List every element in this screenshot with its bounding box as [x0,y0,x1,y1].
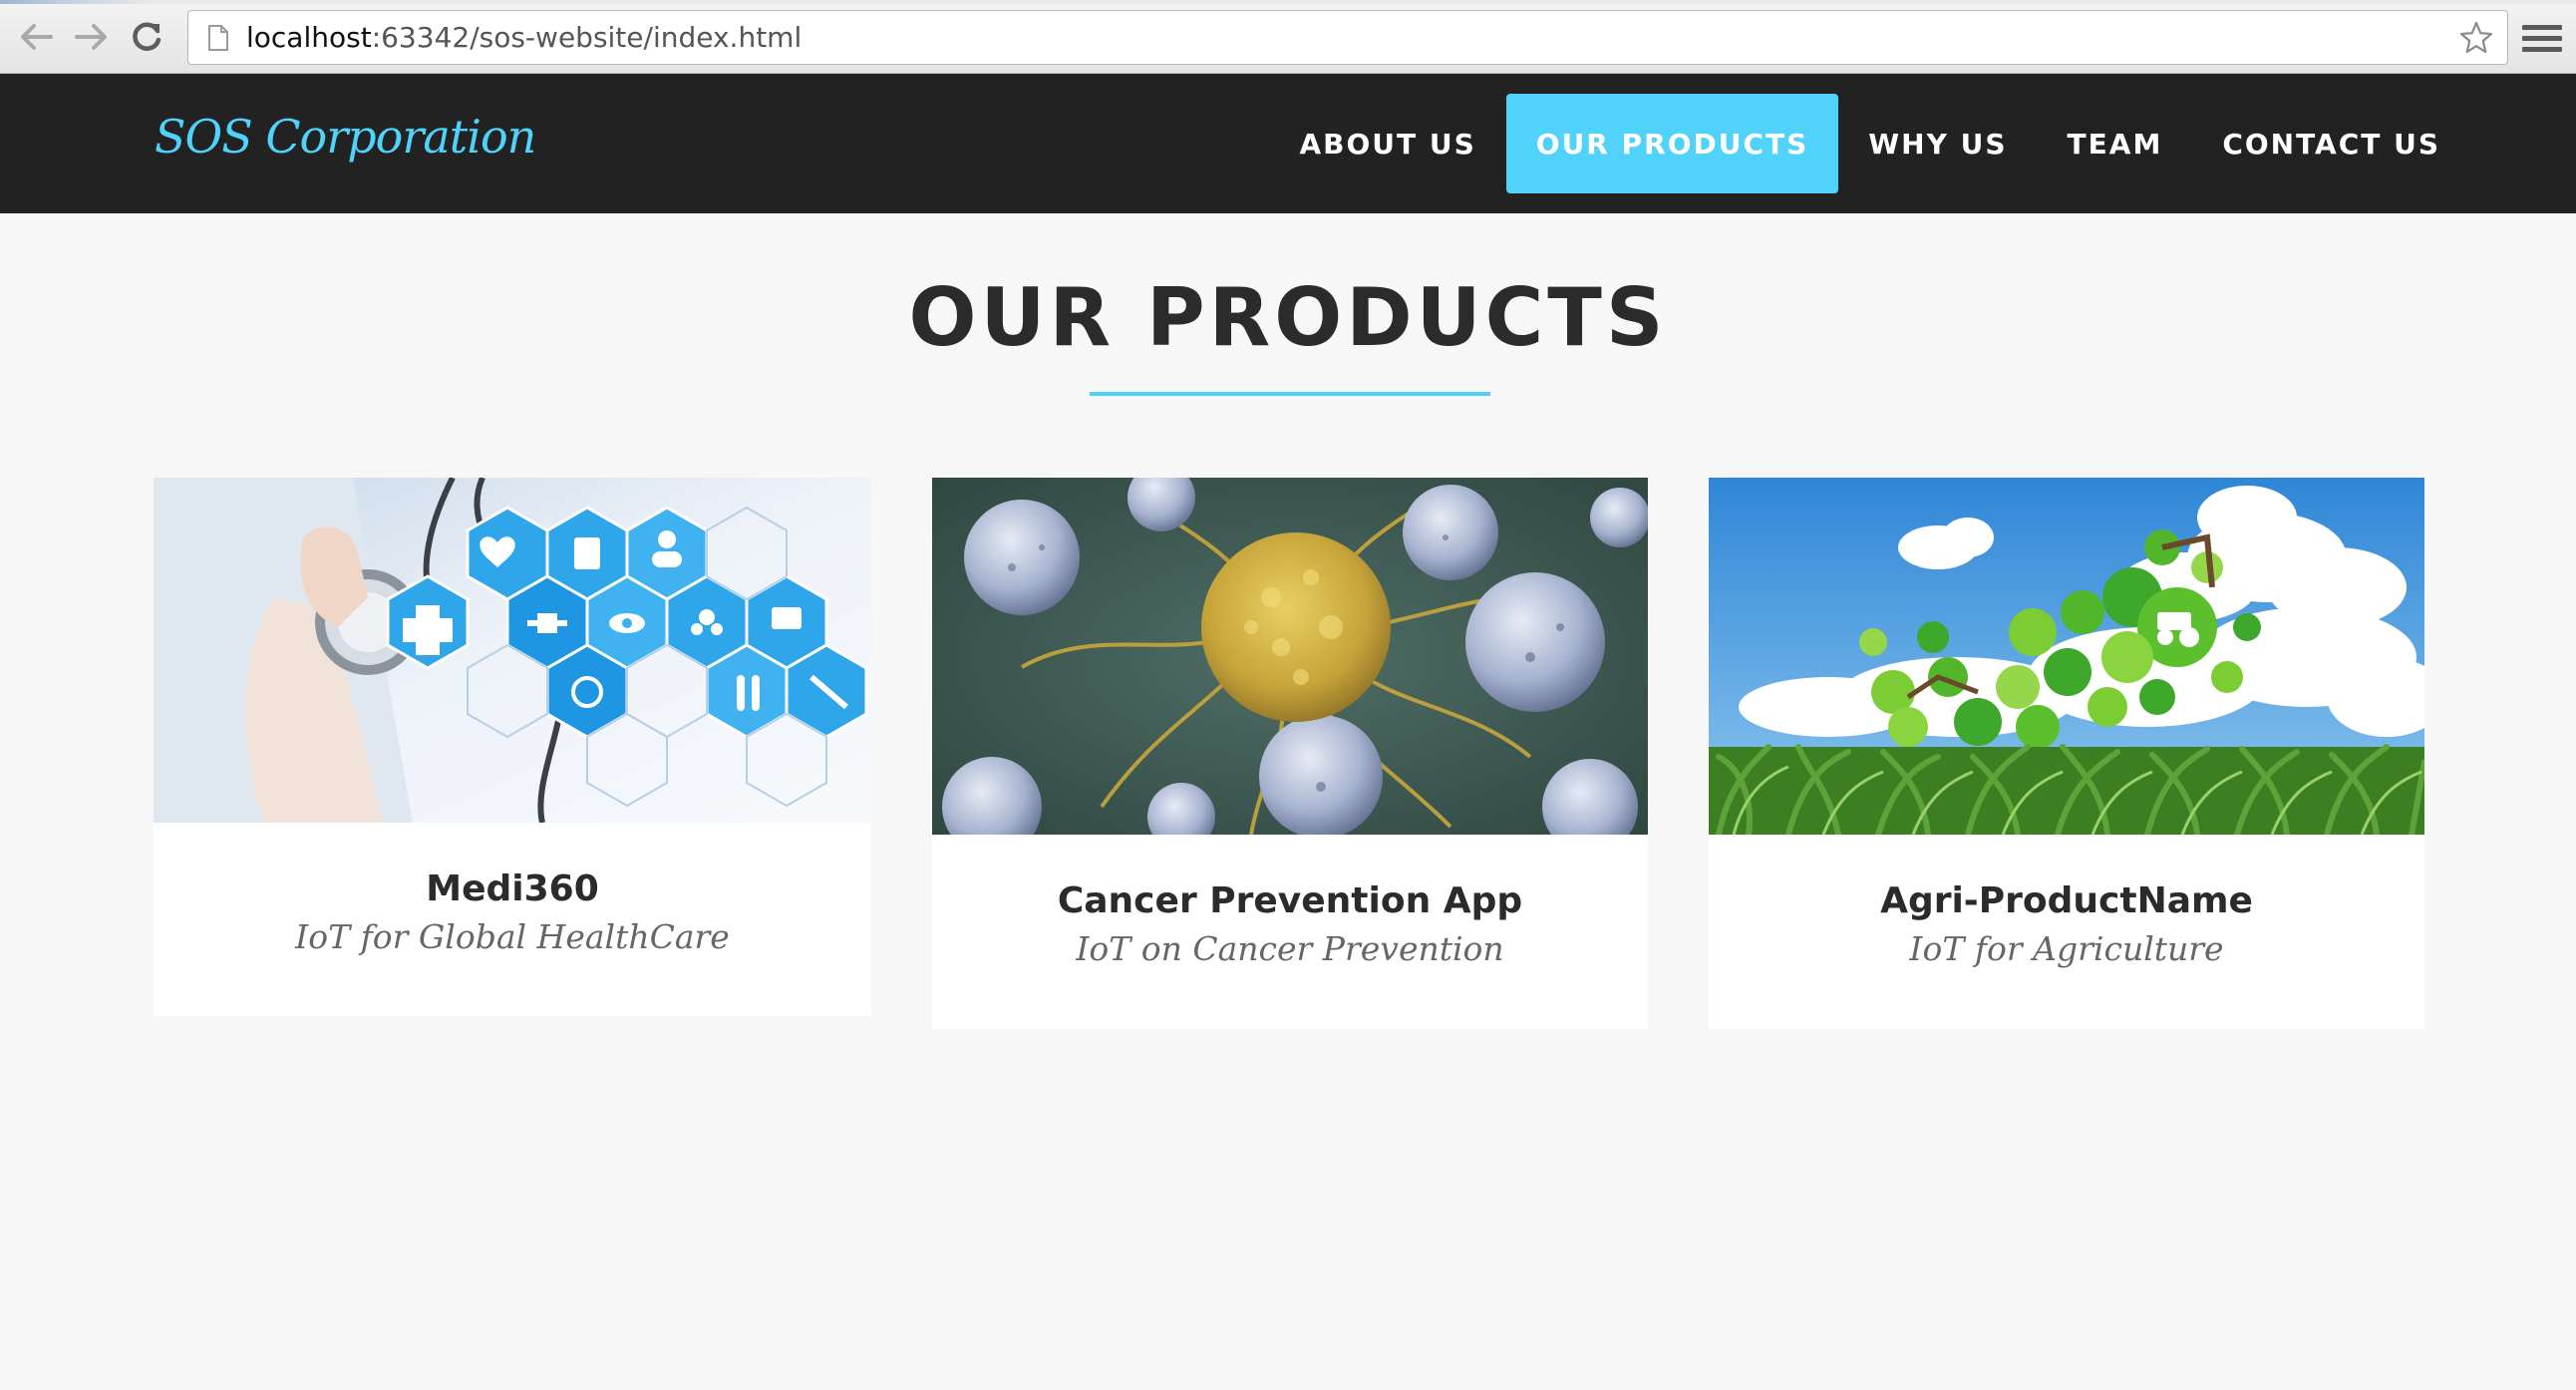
arrow-left-icon [21,24,53,50]
star-icon [2459,21,2493,53]
browser-toolbar: localhost:63342/sos-website/index.html [0,0,2576,74]
address-bar[interactable]: localhost:63342/sos-website/index.html [187,10,2508,65]
url-text[interactable]: localhost:63342/sos-website/index.html [246,21,2451,54]
product-image-cells [932,478,1648,835]
nav-our-products[interactable]: OUR PRODUCTS [1505,94,1839,193]
product-image-medical [154,478,871,823]
arrow-right-icon [75,24,107,50]
menu-bar [2522,46,2562,52]
product-name: Medi360 [426,869,599,909]
nav-team[interactable]: TEAM [2038,94,2193,193]
product-card-cancer-prevention[interactable]: Cancer Prevention App IoT on Cancer Prev… [932,478,1648,1029]
product-name: Cancer Prevention App [1057,880,1523,921]
product-card-agri[interactable]: Agri-ProductName IoT for Agriculture [1709,478,2424,1029]
hamburger-menu-icon[interactable] [2522,18,2562,58]
section-title: OUR PRODUCTS [908,271,1668,364]
product-card-medi360[interactable]: Medi360 IoT for Global HealthCare [154,478,871,1016]
product-tagline: IoT on Cancer Prevention [1076,929,1504,968]
forward-button[interactable] [70,15,114,59]
nav-contact-us[interactable]: CONTACT US [2192,94,2470,193]
reload-button[interactable] [126,15,169,59]
product-tagline: IoT for Agriculture [1909,929,2224,968]
nav-why-us[interactable]: WHY US [1838,94,2037,193]
product-caption: Medi360 IoT for Global HealthCare [154,869,871,956]
product-caption: Agri-ProductName IoT for Agriculture [1709,880,2424,968]
menu-bar [2522,24,2562,30]
product-tagline: IoT for Global HealthCare [295,917,730,956]
product-image-agriculture [1709,478,2424,835]
reload-icon [133,22,161,51]
product-name: Agri-ProductName [1880,880,2253,921]
nav-about-us[interactable]: ABOUT US [1269,94,1505,193]
back-button[interactable] [14,15,58,59]
bookmark-button[interactable] [2451,10,2501,65]
brand-logo[interactable]: SOS Corporation [155,110,536,164]
site-navbar: SOS Corporation ABOUT US OUR PRODUCTS WH… [0,74,2576,213]
menu-bar [2522,35,2562,41]
title-underline [1090,392,1490,396]
product-caption: Cancer Prevention App IoT on Cancer Prev… [932,880,1648,968]
page-icon [198,10,238,65]
tab-strip-edge [0,0,2576,4]
url-host: localhost [246,21,372,54]
nav-menu: ABOUT US OUR PRODUCTS WHY US TEAM CONTAC… [1269,94,2470,193]
url-path: :63342/sos-website/index.html [371,21,803,54]
